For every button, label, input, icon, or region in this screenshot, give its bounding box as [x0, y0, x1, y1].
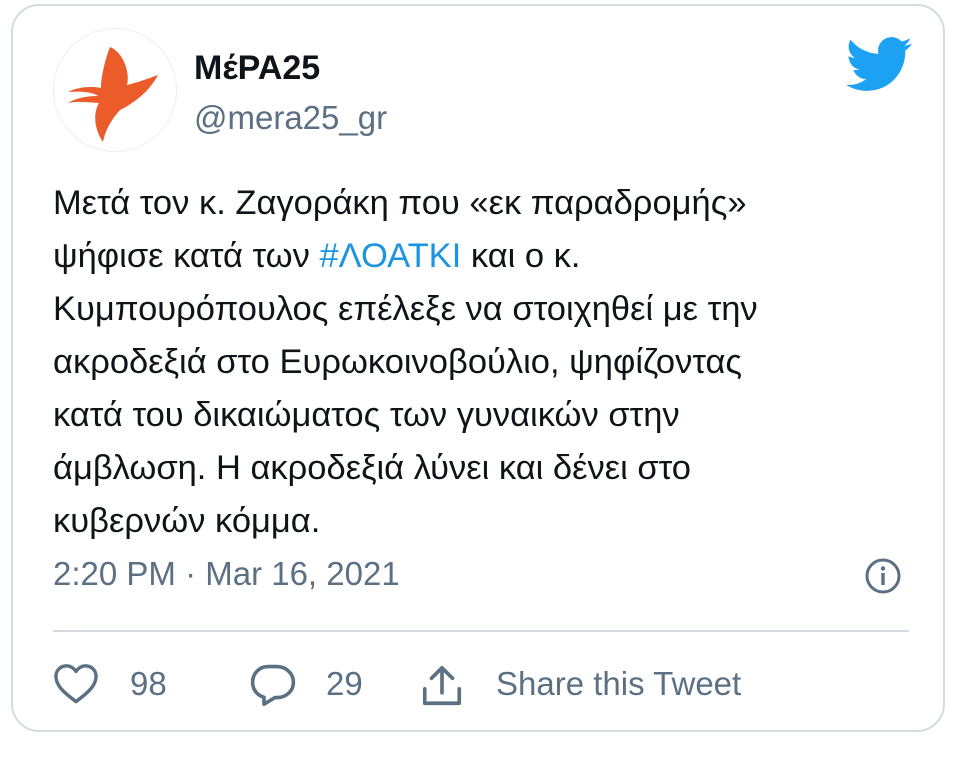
- text-segment: κατά του δικαιώματος των γυναικών στην: [53, 396, 680, 434]
- info-icon[interactable]: [863, 556, 903, 596]
- tweet-text-line: άμβλωση. Η ακροδεξιά λύνει και δένει στο: [53, 442, 913, 495]
- tweet-text-line: Μετά τον κ. Ζαγοράκη που «εκ παραδρομής»: [53, 177, 913, 230]
- action-divider: [53, 630, 909, 632]
- text-segment: Μετά τον κ. Ζαγοράκη που «εκ παραδρομής»: [53, 184, 747, 222]
- tweet-text-line: ψήφισε κατά των #ΛΟΑΤΚΙ και ο κ.: [53, 230, 913, 283]
- reply-button[interactable]: 29: [249, 654, 389, 714]
- tweet-text-line: κατά του δικαιώματος των γυναικών στην: [53, 389, 913, 442]
- tweet-text-line: ακροδεξιά στο Ευρωκοινοβούλιο, ψηφίζοντα…: [53, 336, 913, 389]
- text-segment: και ο κ.: [461, 237, 581, 275]
- like-button[interactable]: 98: [53, 654, 193, 714]
- share-icon: [422, 665, 462, 706]
- tweet-text-line: κυβερνών κόμμα.: [53, 495, 913, 548]
- share-label: Share this Tweet: [496, 665, 742, 702]
- like-count: 98: [130, 665, 167, 702]
- reply-count: 29: [326, 665, 363, 702]
- share-button[interactable]: Share this Tweet: [419, 654, 839, 714]
- author-avatar[interactable]: [53, 28, 177, 152]
- text-segment: ψήφισε κατά των: [53, 237, 320, 275]
- twitter-bird-icon[interactable]: [846, 36, 913, 92]
- text-segment: άμβλωση. Η ακροδεξιά λύνει και δένει στο: [53, 449, 691, 487]
- reply-icon: [250, 664, 296, 706]
- text-segment: κυβερνών κόμμα.: [53, 502, 321, 540]
- text-segment: Κυμπουρόπουλος επέλεξε να στοιχηθεί με τ…: [53, 290, 758, 328]
- swallow-bird-logo-icon: [68, 47, 158, 142]
- author-display-name[interactable]: ΜέΡΑ25: [194, 48, 320, 88]
- tweet-card[interactable]: ΜέΡΑ25 @mera25_gr Μετά τον κ. Ζαγοράκη π…: [11, 4, 945, 732]
- text-segment: ακροδεξιά στο Ευρωκοινοβούλιο, ψηφίζοντα…: [53, 343, 743, 381]
- hashtag-link[interactable]: #ΛΟΑΤΚΙ: [319, 237, 461, 275]
- tweet-text-line: Κυμπουρόπουλος επέλεξε να στοιχηθεί με τ…: [53, 283, 913, 336]
- tweet-text: Μετά τον κ. Ζαγοράκη που «εκ παραδρομής»…: [53, 177, 913, 548]
- author-handle[interactable]: @mera25_gr: [194, 98, 387, 138]
- tweet-timestamp[interactable]: 2:20 PM · Mar 16, 2021: [53, 552, 400, 596]
- heart-icon: [54, 664, 98, 704]
